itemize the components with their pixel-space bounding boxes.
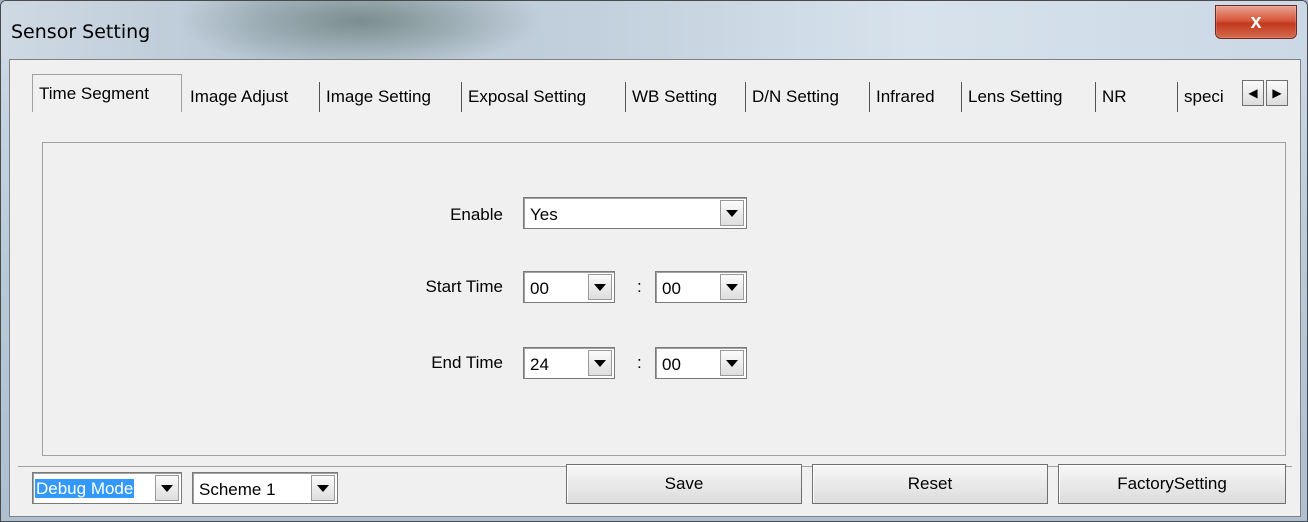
save-button[interactable]: Save xyxy=(566,464,802,504)
enable-label: Enable xyxy=(450,205,503,224)
reset-button[interactable]: Reset xyxy=(812,464,1048,504)
tab-image-adjust[interactable]: Image Adjust xyxy=(184,82,320,112)
end-minute-select[interactable]: 00 xyxy=(655,347,747,379)
start-minute-value: 00 xyxy=(662,279,681,298)
start-hour-value: 00 xyxy=(530,279,549,298)
tab-exposal-setting[interactable]: Exposal Setting xyxy=(462,82,626,112)
start-time-label: Start Time xyxy=(425,277,503,296)
start-minute-select[interactable]: 00 xyxy=(655,271,747,303)
enable-select[interactable]: Yes xyxy=(523,197,747,229)
window-title: Sensor Setting xyxy=(11,21,151,43)
dialog-body: Time Segment Image Adjust Image Setting … xyxy=(9,59,1301,517)
end-time-label: End Time xyxy=(431,353,503,372)
arrow-right-icon: ▶ xyxy=(1272,86,1282,100)
tab-infrared[interactable]: Infrared xyxy=(870,82,962,112)
tab-time-segment[interactable]: Time Segment xyxy=(32,74,182,112)
tab-strip: Time Segment Image Adjust Image Setting … xyxy=(20,74,1290,112)
chevron-down-icon[interactable] xyxy=(720,274,744,300)
end-time-separator: : xyxy=(637,353,642,372)
scheme-value: Scheme 1 xyxy=(199,480,276,499)
chevron-down-icon[interactable] xyxy=(720,200,744,226)
factory-setting-button[interactable]: FactorySetting xyxy=(1058,464,1286,504)
end-minute-value: 00 xyxy=(662,355,681,374)
chevron-down-icon[interactable] xyxy=(311,475,335,501)
start-hour-select[interactable]: 00 xyxy=(523,271,615,303)
end-hour-select[interactable]: 24 xyxy=(523,347,615,379)
end-hour-value: 24 xyxy=(530,355,549,374)
tab-scroll-right-button[interactable]: ▶ xyxy=(1266,80,1288,106)
chevron-down-icon[interactable] xyxy=(588,274,612,300)
title-bar[interactable]: Sensor Setting x xyxy=(1,1,1307,59)
tab-special[interactable]: speci xyxy=(1178,82,1242,112)
tab-scroll-left-button[interactable]: ◀ xyxy=(1242,80,1264,106)
chevron-down-icon[interactable] xyxy=(720,350,744,376)
enable-value: Yes xyxy=(530,205,558,224)
sensor-setting-window: Sensor Setting x Time Segment Image Adju… xyxy=(0,0,1308,522)
tab-lens-setting[interactable]: Lens Setting xyxy=(962,82,1096,112)
close-icon: x xyxy=(1250,10,1262,33)
tab-dn-setting[interactable]: D/N Setting xyxy=(746,82,870,112)
mode-select[interactable]: Debug Mode xyxy=(32,472,182,504)
chevron-down-icon[interactable] xyxy=(588,350,612,376)
tab-wb-setting[interactable]: WB Setting xyxy=(626,82,746,112)
tab-image-setting[interactable]: Image Setting xyxy=(320,82,462,112)
close-button[interactable]: x xyxy=(1215,5,1297,39)
scheme-select[interactable]: Scheme 1 xyxy=(192,472,338,504)
tab-nr[interactable]: NR xyxy=(1096,82,1178,112)
start-time-separator: : xyxy=(637,277,642,296)
time-segment-panel: Enable Yes Start Time 00 : 00 End Time 2… xyxy=(42,142,1286,456)
chevron-down-icon[interactable] xyxy=(155,475,179,501)
arrow-left-icon: ◀ xyxy=(1248,86,1258,100)
mode-value: Debug Mode xyxy=(35,479,135,498)
